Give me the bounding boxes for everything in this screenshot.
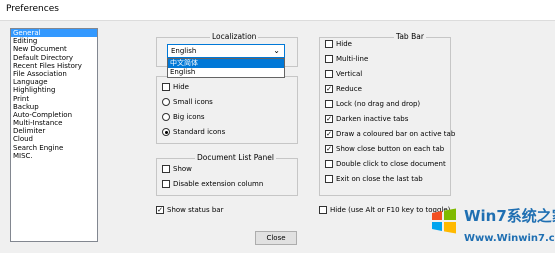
- sidebar-item[interactable]: Editing: [11, 37, 97, 45]
- sidebar-item[interactable]: File Association: [11, 70, 97, 78]
- tabbar-option-label: Darken inactive tabs: [336, 115, 409, 123]
- radio-standard-label: Standard icons: [173, 128, 226, 136]
- language-combo-value: English: [171, 47, 197, 55]
- checkbox-box-checked[interactable]: ✓: [325, 130, 333, 138]
- tabbar-title: Tab Bar: [394, 32, 426, 41]
- sidebar-item[interactable]: Cloud: [11, 135, 97, 143]
- checkbox-box-checked[interactable]: ✓: [325, 85, 333, 93]
- language-combo[interactable]: English ⌄: [167, 44, 285, 58]
- sidebar-item[interactable]: Search Engine: [11, 144, 97, 152]
- radio-button-selected[interactable]: [162, 128, 170, 136]
- tabbar-option-label: Double click to close document: [336, 160, 446, 168]
- toolbar-hide-checkbox[interactable]: Hide: [162, 83, 189, 91]
- status-bar-label: Show status bar: [167, 206, 224, 214]
- checkbox-box[interactable]: [162, 165, 170, 173]
- sidebar-item[interactable]: New Document: [11, 45, 97, 53]
- radio-small-icons[interactable]: Small icons: [162, 98, 213, 106]
- checkbox-box[interactable]: [325, 55, 333, 63]
- radio-big-label: Big icons: [173, 113, 205, 121]
- checkbox-box[interactable]: [325, 160, 333, 168]
- doclist-group: Document List Panel: [156, 153, 298, 196]
- tabbar-option-label: Hide: [336, 40, 352, 48]
- radio-button[interactable]: [162, 98, 170, 106]
- tabbar-option-label: Draw a coloured bar on active tab: [336, 130, 456, 138]
- tabbar-option[interactable]: Exit on close the last tab: [325, 175, 423, 183]
- sidebar-item[interactable]: General: [11, 29, 97, 38]
- tabbar-option[interactable]: Hide: [325, 40, 352, 48]
- sidebar-item[interactable]: Language: [11, 78, 97, 86]
- doclist-disable-ext-label: Disable extension column: [173, 180, 264, 188]
- tabbar-option[interactable]: Multi-line: [325, 55, 368, 63]
- status-bar-checkbox[interactable]: ✓ Show status bar: [156, 206, 223, 214]
- language-dropdown-list[interactable]: 中文简体 English: [167, 58, 285, 78]
- sidebar-item[interactable]: Backup: [11, 103, 97, 111]
- window-title: Preferences: [6, 4, 59, 14]
- tabbar-option-label: Show close button on each tab: [336, 145, 445, 153]
- tabbar-option-label: Multi-line: [336, 55, 369, 63]
- tabbar-option-label: Lock (no drag and drop): [336, 100, 421, 108]
- watermark: Win7系统之家 Www.Winwin7.com: [430, 203, 555, 253]
- checkbox-box[interactable]: [325, 100, 333, 108]
- tabbar-option[interactable]: ✓ Darken inactive tabs: [325, 115, 408, 123]
- radio-button[interactable]: [162, 113, 170, 121]
- checkbox-box[interactable]: [162, 180, 170, 188]
- tabbar-option-label: Reduce: [336, 85, 362, 93]
- checkbox-box-checked[interactable]: ✓: [156, 206, 164, 214]
- toolbar-hide-label: Hide: [173, 83, 189, 91]
- tabbar-option[interactable]: Double click to close document: [325, 160, 446, 168]
- radio-standard-icons[interactable]: Standard icons: [162, 128, 225, 136]
- watermark-url: Www.Winwin7.com: [464, 233, 555, 244]
- doclist-show-label: Show: [173, 165, 192, 173]
- checkbox-box[interactable]: [162, 83, 170, 91]
- sidebar-item[interactable]: Print: [11, 95, 97, 103]
- category-list[interactable]: General Editing New Document Default Direct…: [10, 28, 98, 242]
- radio-small-label: Small icons: [173, 98, 213, 106]
- checkbox-box-checked[interactable]: ✓: [325, 145, 333, 153]
- sidebar-item[interactable]: Highlighting: [11, 86, 97, 94]
- checkbox-box[interactable]: [325, 40, 333, 48]
- tabbar-option-label: Exit on close the last tab: [336, 175, 423, 183]
- radio-big-icons[interactable]: Big icons: [162, 113, 205, 121]
- tabbar-option[interactable]: Vertical: [325, 70, 362, 78]
- tabbar-option[interactable]: ✓ Draw a coloured bar on active tab: [325, 130, 455, 138]
- tabbar-option[interactable]: ✓ Show close button on each tab: [325, 145, 444, 153]
- windows-logo-icon: [432, 208, 456, 234]
- tabbar-option-label: Vertical: [336, 70, 363, 78]
- sidebar-item[interactable]: Multi-Instance: [11, 119, 97, 127]
- close-button[interactable]: Close: [255, 231, 297, 245]
- sidebar-item[interactable]: Recent Files History: [11, 62, 97, 70]
- sidebar-item[interactable]: Delimiter: [11, 127, 97, 135]
- localization-title: Localization: [210, 32, 259, 41]
- sidebar-item[interactable]: Auto-Completion: [11, 111, 97, 119]
- tabbar-option[interactable]: ✓ Reduce: [325, 85, 362, 93]
- checkbox-box-checked[interactable]: ✓: [325, 115, 333, 123]
- language-option[interactable]: 中文简体: [168, 59, 284, 68]
- watermark-title: Win7系统之家: [464, 207, 555, 225]
- sidebar-item[interactable]: Default Directory: [11, 54, 97, 62]
- tabbar-option[interactable]: Lock (no drag and drop): [325, 100, 420, 108]
- checkbox-box[interactable]: [319, 206, 327, 214]
- sidebar-item[interactable]: MISC.: [11, 152, 97, 160]
- checkbox-box[interactable]: [325, 175, 333, 183]
- chevron-down-icon[interactable]: ⌄: [273, 45, 280, 57]
- doclist-title: Document List Panel: [195, 153, 276, 162]
- checkbox-box[interactable]: [325, 70, 333, 78]
- title-bar: Preferences: [0, 0, 555, 21]
- language-option[interactable]: English: [168, 68, 284, 77]
- doclist-show-checkbox[interactable]: Show: [162, 165, 192, 173]
- doclist-disable-ext-checkbox[interactable]: Disable extension column: [162, 180, 263, 188]
